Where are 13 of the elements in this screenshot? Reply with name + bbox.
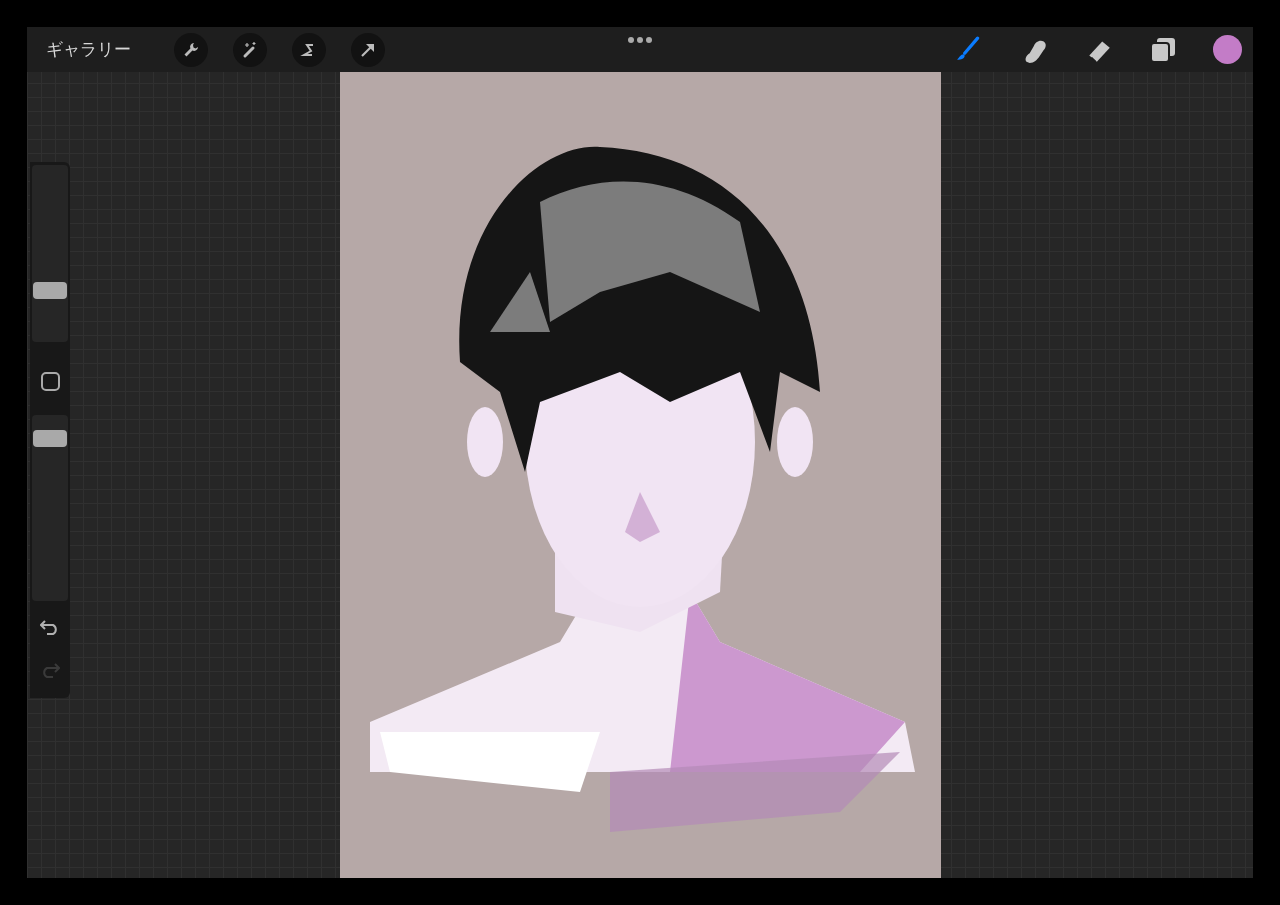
gallery-link[interactable]: ギャラリー [46, 36, 154, 63]
magic-wand-icon[interactable] [233, 32, 267, 67]
layers-icon[interactable] [1150, 36, 1176, 63]
more-icon[interactable] [628, 37, 652, 43]
undo-icon[interactable] [40, 618, 60, 636]
slider-thumb[interactable] [33, 282, 67, 299]
wrench-icon[interactable] [174, 32, 208, 67]
selection-icon[interactable] [292, 32, 326, 67]
opacity-slider[interactable] [32, 415, 68, 601]
square-button-icon[interactable] [40, 372, 60, 391]
color-swatch[interactable] [1213, 35, 1242, 64]
slider-thumb[interactable] [33, 430, 67, 447]
brush-size-slider[interactable] [32, 165, 68, 342]
